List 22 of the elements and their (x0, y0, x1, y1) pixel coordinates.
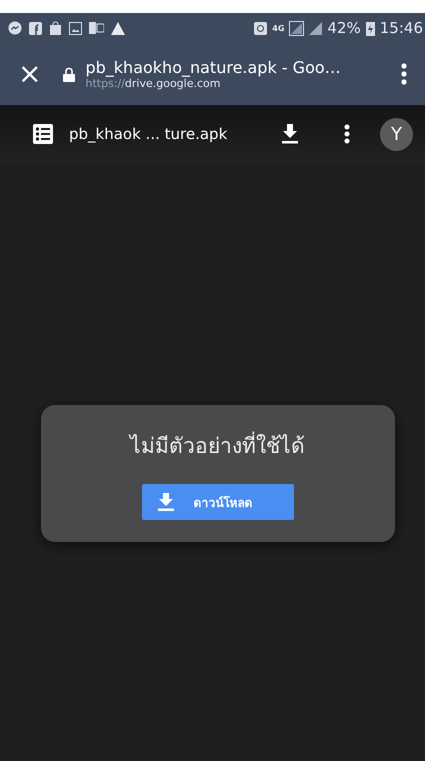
account-avatar[interactable]: Y (380, 118, 413, 150)
messenger-icon (8, 21, 22, 35)
signal-icon (309, 22, 322, 34)
more-icon[interactable] (401, 63, 407, 85)
network-label: 4G (272, 24, 284, 32)
page-url: https://drive.google.com (85, 77, 222, 90)
file-list-icon (33, 124, 53, 144)
shopping-bag-icon (49, 20, 62, 36)
close-button[interactable]: × (18, 60, 42, 88)
warning-icon (111, 22, 125, 34)
battery-icon (366, 20, 375, 36)
clock: 15:46 (380, 19, 423, 37)
battery-percent: 42% (327, 19, 361, 37)
page-title: pb_khaokho_nature.apk - Goo… (85, 58, 342, 77)
download-icon[interactable] (282, 124, 298, 144)
more-icon[interactable] (344, 124, 350, 144)
facebook-icon (29, 22, 42, 34)
no-preview-message: ไม่มีตัวอย่างที่ใช้ได้ (130, 429, 305, 462)
lock-icon (63, 66, 76, 82)
image-icon (69, 22, 82, 34)
file-name: pb_khaok ... ture.apk (69, 125, 228, 143)
download-icon (158, 493, 174, 511)
